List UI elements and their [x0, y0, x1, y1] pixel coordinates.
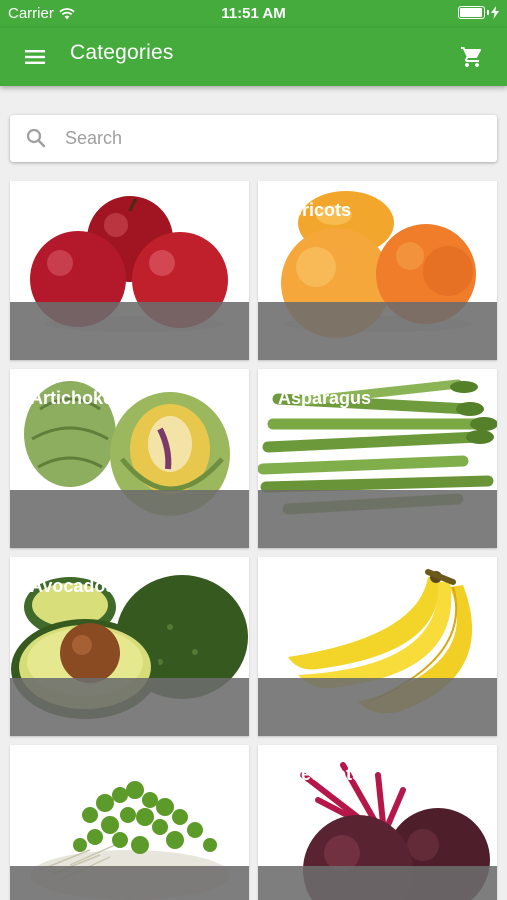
cart-button[interactable]	[455, 40, 489, 74]
status-bar: Carrier 11:51 AM	[0, 0, 507, 28]
label-overlay	[258, 866, 497, 900]
search-icon	[26, 128, 46, 148]
category-card-banana[interactable]: Banana	[258, 557, 497, 736]
status-time: 11:51 AM	[221, 5, 286, 22]
label-overlay	[10, 302, 249, 360]
label-overlay	[258, 678, 497, 736]
battery-indicator	[458, 6, 499, 19]
category-label: Artichokes	[30, 388, 124, 408]
category-label: Asparagus	[278, 388, 372, 408]
page-title: Categories	[70, 41, 174, 64]
search-bar	[10, 115, 497, 162]
label-overlay	[258, 302, 497, 360]
category-card-apples[interactable]: Apples	[10, 181, 249, 360]
menu-button[interactable]	[18, 42, 52, 72]
label-overlay	[10, 490, 249, 548]
label-overlay	[10, 866, 249, 900]
category-card-apricots[interactable]: Apricots	[258, 181, 497, 360]
charging-bolt-icon	[491, 6, 499, 19]
shopping-cart-icon	[461, 47, 482, 67]
category-label: Banana	[278, 576, 344, 596]
battery-icon	[458, 6, 485, 19]
category-card-artichokes[interactable]: Artichokes	[10, 369, 249, 548]
search-input[interactable]	[65, 115, 485, 162]
category-label: Apples	[30, 200, 91, 220]
label-overlay	[258, 490, 497, 548]
category-label: Beetroots	[278, 764, 363, 784]
app-bar: Categories	[0, 28, 507, 86]
category-card-beetroots[interactable]: Beetroots	[258, 745, 497, 900]
category-label: Avocados	[30, 576, 116, 596]
hamburger-menu-icon	[25, 50, 45, 64]
category-card-beans-sprouts[interactable]: Beans & Sprouts	[10, 745, 249, 900]
category-label: Beans & Sprouts	[30, 764, 176, 784]
category-label: Apricots	[278, 200, 352, 220]
label-overlay	[10, 678, 249, 736]
category-grid: Apples Apricots Artichokes Asparagus Avo…	[10, 181, 497, 900]
category-card-asparagus[interactable]: Asparagus	[258, 369, 497, 548]
category-card-avocados[interactable]: Avocados	[10, 557, 249, 736]
